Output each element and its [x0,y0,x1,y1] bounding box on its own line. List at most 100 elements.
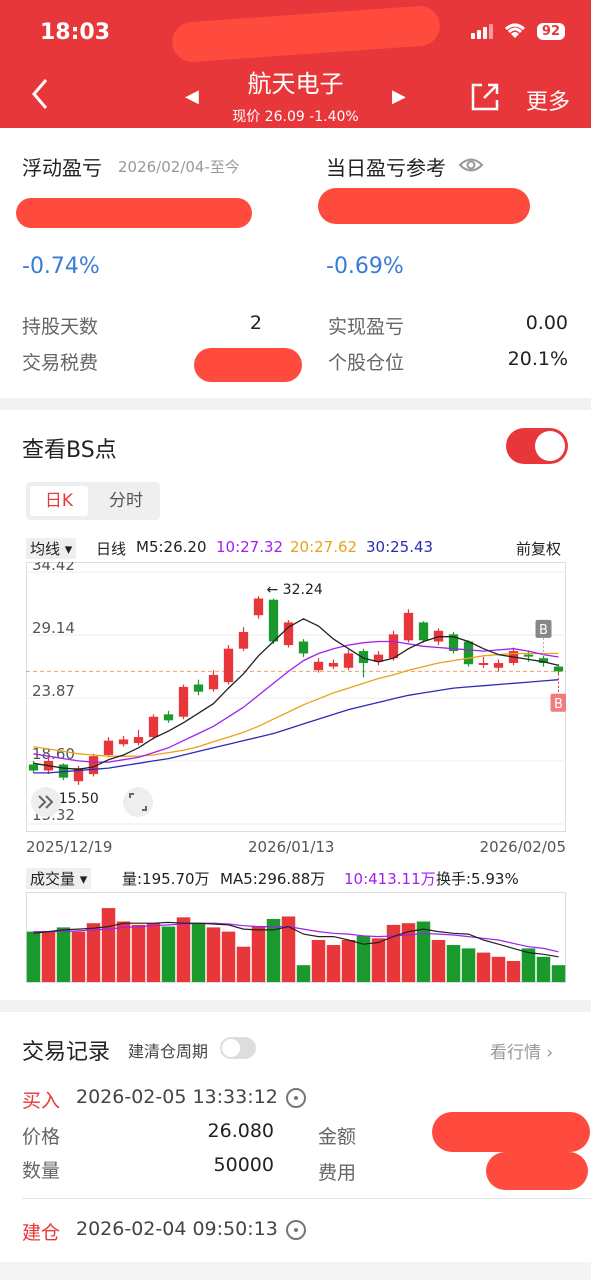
volume-ma10: 10:413.11万 [344,870,436,888]
bottom-bar [0,1262,591,1280]
bs-toggle[interactable] [506,428,568,464]
candle-body [28,764,39,771]
candle-body [133,737,144,744]
candle-body [103,740,114,755]
divider [22,1198,591,1199]
candle-body [478,663,489,666]
volume-bar [161,926,176,982]
candle-body [298,641,309,654]
volume-bar [146,923,161,982]
adjust-select[interactable]: 前复权 [516,538,561,559]
buy-marker-label: B [554,697,563,712]
volume-bar [386,924,401,982]
record-time: 2026-02-04 09:50:13 [76,1218,278,1240]
bs-title: 查看BS点 [22,438,117,463]
volume-select[interactable]: 成交量 ▾ [26,868,92,889]
volume-chart[interactable] [26,892,566,984]
candle-body [553,666,564,672]
candle-body [208,674,219,690]
date-end: 2026/02/05 [479,838,566,856]
volume-bar [221,931,236,982]
volume-legend: 成交量 ▾ 量:195.70万 MA5:296.88万 10:413.11万 换… [26,866,566,892]
tab-intraday[interactable]: 分时 [96,486,156,516]
ma-select[interactable]: 均线 ▾ [26,538,77,559]
realized-pl-label: 实现盈亏 [328,316,405,338]
locate-icon[interactable] [286,1220,306,1240]
view-quote-label: 看行情 [490,1043,541,1063]
candle-body [178,686,189,717]
volume-bar [191,923,206,982]
candle-body [148,716,159,738]
volume-bar [86,923,101,982]
tax-fee-label: 交易税费 [22,352,99,374]
volume-bar [206,927,221,982]
tab-day-k[interactable]: 日K [30,486,88,516]
trade-records: 交易记录 建清仓周期 看行情 › 买入 2026-02-05 13:33:12 … [0,1012,591,1280]
volume-bar [536,956,551,982]
volume-bar [371,938,386,982]
locate-icon[interactable] [286,1088,306,1108]
bs-points-section: 查看BS点 日K 分时 均线 ▾ 日线 M5:26.20 10:27.32 20… [0,410,591,1000]
max-price-label: ← 32.24 [267,582,323,598]
volume-bar [551,965,566,982]
redaction [194,348,302,382]
volume-bar [101,908,116,982]
candle-body [328,663,339,667]
more-button[interactable]: 更多 [526,84,570,116]
holding-days-label: 持股天数 [22,316,99,338]
volume-bar [341,940,356,982]
candle-body [358,651,369,664]
chart-frame [26,562,566,832]
volume-bar [416,921,431,982]
volume-bar [296,965,311,982]
volume-bar [506,961,521,982]
chart-tabs: 日K 分时 [26,482,160,520]
cycle-toggle[interactable] [220,1037,256,1059]
ma10-value: 10:27.32 [216,538,284,556]
realized-pl-value: 0.00 [525,312,568,334]
record-type: 买入 [22,1090,61,1112]
volume-bar [431,940,446,982]
fullscreen-icon[interactable] [123,787,153,817]
floating-pl-label: 浮动盈亏 [22,156,102,180]
ma30-value: 30:25.43 [366,538,434,556]
next-stock-button[interactable]: ▶ [392,86,406,107]
record-time: 2026-02-05 13:33:12 [76,1086,278,1108]
redaction [432,1112,590,1152]
daily-pl-label: 当日盈亏参考 [326,156,446,180]
view-quote-link[interactable]: 看行情 › [490,1038,553,1063]
eye-icon[interactable] [458,156,484,174]
volume-bar [251,926,266,982]
volume-bar [461,948,476,982]
volume-bar [476,952,491,982]
position-value: 20.1% [507,348,568,370]
ma5-value: M5:26.20 [136,538,207,556]
share-icon[interactable] [470,82,500,112]
candle-body [268,599,279,642]
volume-bar [131,924,146,982]
candle-body [418,622,429,641]
candlestick-chart[interactable]: 34.4229.1423.8718.6013.32← 32.24← 15.50B… [26,562,566,832]
qty-value: 50000 [213,1154,274,1176]
volume-bar [26,931,41,982]
date-mid: 2026/01/13 [248,838,335,856]
candle-body [238,631,249,649]
date-axis: 2025/12/19 2026/01/13 2026/02/05 [26,838,566,860]
volume-bar [116,921,131,982]
redaction [318,188,530,224]
amount-label: 金额 [318,1126,357,1148]
record-type: 建仓 [22,1222,61,1244]
trade-title: 交易记录 [22,1040,111,1065]
redaction [16,198,252,228]
candle-body [463,641,474,665]
floating-pl-period: 2026/02/04-至今 [118,158,240,176]
volume-bar [71,931,86,982]
cycle-label: 建清仓周期 [128,1042,209,1061]
candle-body [388,634,399,659]
candle-body [313,661,324,671]
volume-bar [446,945,461,982]
floating-pl-percent: -0.74% [22,254,100,279]
volume-value: 量:195.70万 [122,870,210,888]
status-time: 18:03 [40,20,111,45]
holding-days-value: 2 [249,312,262,334]
